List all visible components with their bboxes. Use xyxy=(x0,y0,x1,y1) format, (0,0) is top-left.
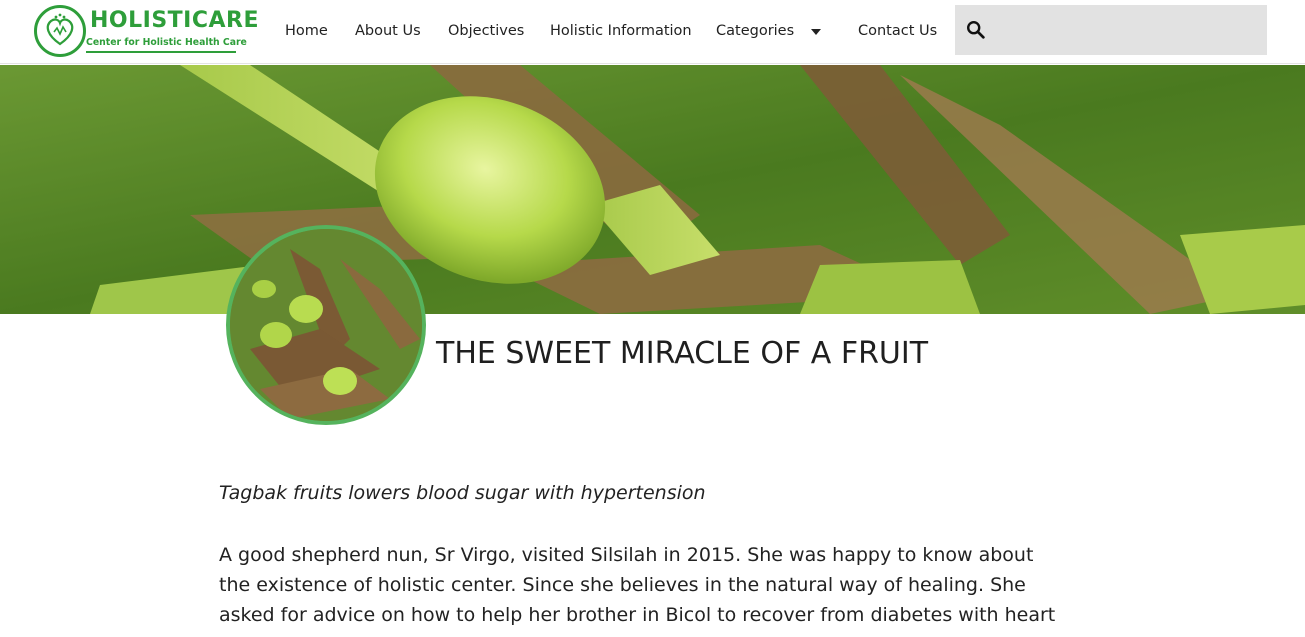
article-avatar-image xyxy=(226,225,426,425)
search-icon[interactable] xyxy=(965,19,987,41)
hero-banner-image xyxy=(0,65,1305,314)
article-title: THE SWEET MIRACLE OF A FRUIT xyxy=(436,336,929,371)
article-body: A good shepherd nun, Sr Virgo, visited S… xyxy=(219,544,1056,637)
site-header: HOLISTICARE Center for Holistic Health C… xyxy=(0,0,1305,64)
chevron-down-icon[interactable] xyxy=(811,29,821,35)
nav-categories[interactable]: Categories xyxy=(716,23,794,39)
logo-tagline: Center for Holistic Health Care xyxy=(86,37,247,53)
article-subtitle: Tagbak fruits lowers blood sugar with hy… xyxy=(219,482,706,504)
site-logo[interactable]: HOLISTICARE Center for Holistic Health C… xyxy=(34,5,259,57)
search-input[interactable] xyxy=(955,5,1267,55)
nav-about-us[interactable]: About Us xyxy=(355,23,421,39)
nav-contact-us[interactable]: Contact Us xyxy=(858,23,937,39)
logo-name: HOLISTICARE xyxy=(90,8,259,33)
logo-emblem-icon xyxy=(34,5,86,57)
nav-holistic-information[interactable]: Holistic Information xyxy=(550,23,692,39)
nav-home[interactable]: Home xyxy=(285,23,328,39)
nav-objectives[interactable]: Objectives xyxy=(448,23,524,39)
